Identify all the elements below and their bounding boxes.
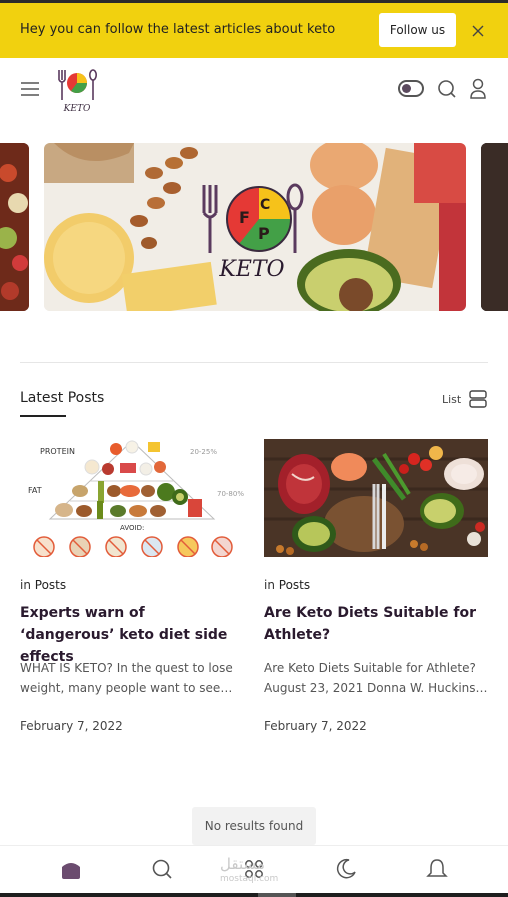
toggle-knob (402, 84, 411, 93)
promo-banner: Hey you can follow the latest articles a… (0, 3, 508, 58)
logo-text: KETO (63, 104, 91, 114)
latest-posts-title: Latest Posts (20, 390, 105, 406)
hero-logo-c: C (260, 197, 270, 213)
post-category: in Posts (20, 578, 66, 592)
watermark-arabic: مستقل (220, 855, 265, 873)
post-excerpt: WHAT IS KETO? In the quest to lose weigh… (20, 661, 233, 695)
pyramid-pct-2: 70-80% (217, 490, 244, 498)
category-link[interactable]: Posts (35, 578, 66, 592)
list-view-label[interactable]: List (442, 393, 461, 406)
pyramid-protein-label: PROTEIN (40, 447, 75, 456)
slide-prev[interactable] (0, 143, 29, 311)
search-icon[interactable] (437, 79, 457, 99)
pyramid-avoid-label: AVOID: (120, 524, 144, 532)
promo-text: Hey you can follow the latest articles a… (20, 22, 336, 37)
post-thumbnail[interactable]: PROTEIN FAT 20-25% 70-80% AVOID: (20, 439, 244, 557)
slide-current[interactable]: F C P KETO (44, 143, 466, 311)
user-icon[interactable] (469, 78, 487, 100)
slide-next[interactable] (481, 143, 508, 311)
watermark-latin: mostaql.com (220, 874, 279, 884)
pyramid-pct-1: 20-25% (190, 448, 217, 456)
bottom-edge (0, 893, 508, 897)
post-card[interactable]: PROTEIN FAT 20-25% 70-80% AVOID: in Post… (20, 439, 244, 733)
in-label: in (20, 578, 31, 592)
post-date: February 7, 2022 (20, 719, 123, 733)
section-divider (20, 362, 488, 363)
bell-icon[interactable] (425, 857, 449, 881)
home-indicator (258, 893, 296, 897)
pyramid-fat-label: FAT (28, 486, 42, 495)
hero-logo-f: F (239, 208, 250, 227)
no-results-toast: No results found (192, 807, 316, 845)
post-excerpt: Are Keto Diets Suitable for Athlete? Aug… (264, 661, 488, 695)
dark-mode-toggle[interactable] (398, 80, 424, 97)
post-title[interactable]: Are Keto Diets Suitable for Athlete? (264, 602, 488, 646)
title-underline (20, 415, 66, 417)
hero-logo-p: P (258, 224, 270, 243)
post-date: February 7, 2022 (264, 719, 367, 733)
search-icon[interactable] (150, 857, 174, 881)
menu-icon[interactable] (21, 82, 39, 96)
site-logo[interactable]: KETO (54, 66, 100, 116)
post-card[interactable]: in Posts Are Keto Diets Suitable for Ath… (264, 439, 488, 733)
home-icon[interactable] (59, 857, 83, 881)
post-category: in Posts (264, 578, 310, 592)
category-link[interactable]: Posts (279, 578, 310, 592)
hero-logo-text: KETO (218, 257, 284, 282)
in-label: in (264, 578, 275, 592)
site-header: KETO (0, 58, 508, 120)
bottom-nav: مستقل mostaql.com (0, 845, 508, 895)
moon-icon[interactable] (334, 857, 358, 881)
close-icon[interactable] (470, 23, 486, 39)
hero-slider[interactable]: F C P KETO (0, 143, 508, 311)
list-view-icon[interactable] (469, 390, 487, 408)
follow-us-button[interactable]: Follow us (379, 13, 456, 47)
watermark: مستقل mostaql.com (220, 855, 278, 885)
post-thumbnail[interactable] (264, 439, 488, 557)
